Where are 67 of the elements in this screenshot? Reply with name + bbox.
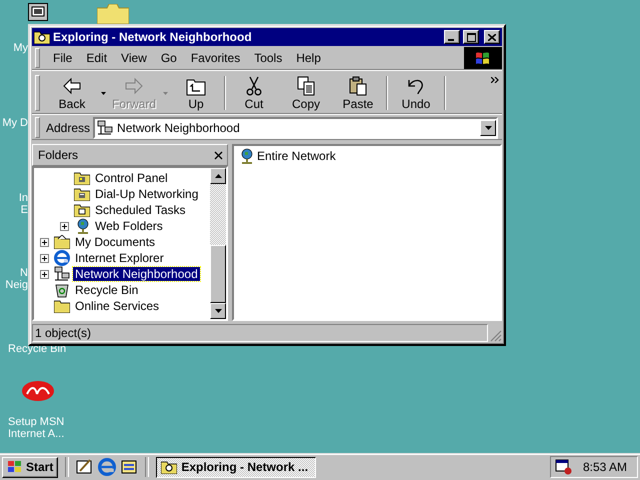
clock[interactable]: 8:53 AM (583, 460, 628, 474)
scroll-down-button[interactable] (210, 303, 226, 319)
scheduler-icon[interactable] (555, 459, 573, 475)
resize-grip-icon[interactable] (490, 330, 502, 342)
tree-item[interactable]: Scheduled Tasks (93, 203, 188, 217)
tree-item[interactable]: Dial-Up Networking (93, 187, 200, 201)
menu-item[interactable]: Go (154, 51, 184, 65)
menu-item[interactable]: Help (289, 51, 328, 65)
expand-icon[interactable] (60, 222, 69, 230)
tree-item[interactable]: Web Folders (93, 219, 165, 233)
tree-item[interactable]: My Documents (73, 235, 158, 249)
address-field[interactable]: Network Neighborhood (93, 116, 498, 138)
menu-item[interactable]: Favorites (184, 51, 248, 65)
caret-icon (100, 92, 106, 94)
close-button[interactable] (214, 150, 223, 160)
expand-icon[interactable] (40, 254, 49, 262)
start-button[interactable]: Start (2, 456, 58, 478)
close-icon (488, 34, 496, 40)
maximize-button[interactable] (463, 30, 479, 44)
expand-icon[interactable] (40, 270, 49, 278)
explorer-icon (34, 30, 50, 44)
dropdown-button[interactable] (480, 120, 496, 136)
clipboard-icon (347, 76, 369, 96)
caret-icon (162, 92, 168, 94)
windows-flag-icon (7, 460, 23, 474)
folder-icon (74, 187, 90, 201)
chevron-icon (491, 77, 499, 83)
folder-icon (74, 171, 90, 185)
forward-arrow-icon (123, 76, 145, 96)
menu-item[interactable]: Tools (247, 51, 290, 65)
menu-item[interactable]: View (114, 51, 154, 65)
bin-icon (54, 282, 70, 298)
computers-icon (54, 266, 70, 282)
tree-item[interactable]: Network Neighborhood (73, 267, 200, 281)
channels-icon[interactable] (120, 458, 138, 476)
down-arrow-icon (214, 309, 222, 313)
maximize-icon (466, 32, 476, 42)
network-item[interactable]: Entire Network (257, 149, 336, 163)
window-icon[interactable] (28, 3, 48, 21)
explorer-icon (161, 460, 178, 474)
caret-icon (484, 126, 492, 130)
address-label: Address (46, 120, 90, 134)
expand-icon[interactable] (40, 238, 49, 246)
folder-icon (54, 235, 70, 249)
windows-flag-icon (475, 50, 491, 66)
e-logo-icon (54, 250, 70, 266)
up-arrow-icon (214, 174, 222, 178)
close-icon (214, 150, 223, 160)
minimize-button[interactable] (444, 30, 460, 44)
window-title: Exploring - Network Neighborhood (53, 30, 253, 44)
menu-item[interactable]: File (46, 51, 80, 65)
folder-icon (54, 299, 70, 313)
menu-item[interactable]: Edit (79, 51, 114, 65)
status-text: 1 object(s) (32, 324, 488, 342)
copy-icon (295, 76, 317, 96)
pane-title: Folders (38, 148, 78, 162)
tree-item[interactable]: Recycle Bin (73, 283, 140, 297)
tree-item[interactable]: Online Services (73, 299, 162, 313)
scroll-up-button[interactable] (210, 168, 226, 184)
folder-icon (74, 203, 90, 217)
tree-item[interactable]: Internet Explorer (73, 251, 166, 265)
tree-item[interactable]: Control Panel (93, 171, 170, 185)
scrollbar[interactable] (210, 168, 226, 319)
taskbar-button[interactable]: Exploring - Network ... (156, 456, 316, 478)
back-arrow-icon (61, 76, 83, 96)
network-icon (97, 120, 114, 136)
scroll-thumb[interactable] (210, 245, 226, 303)
